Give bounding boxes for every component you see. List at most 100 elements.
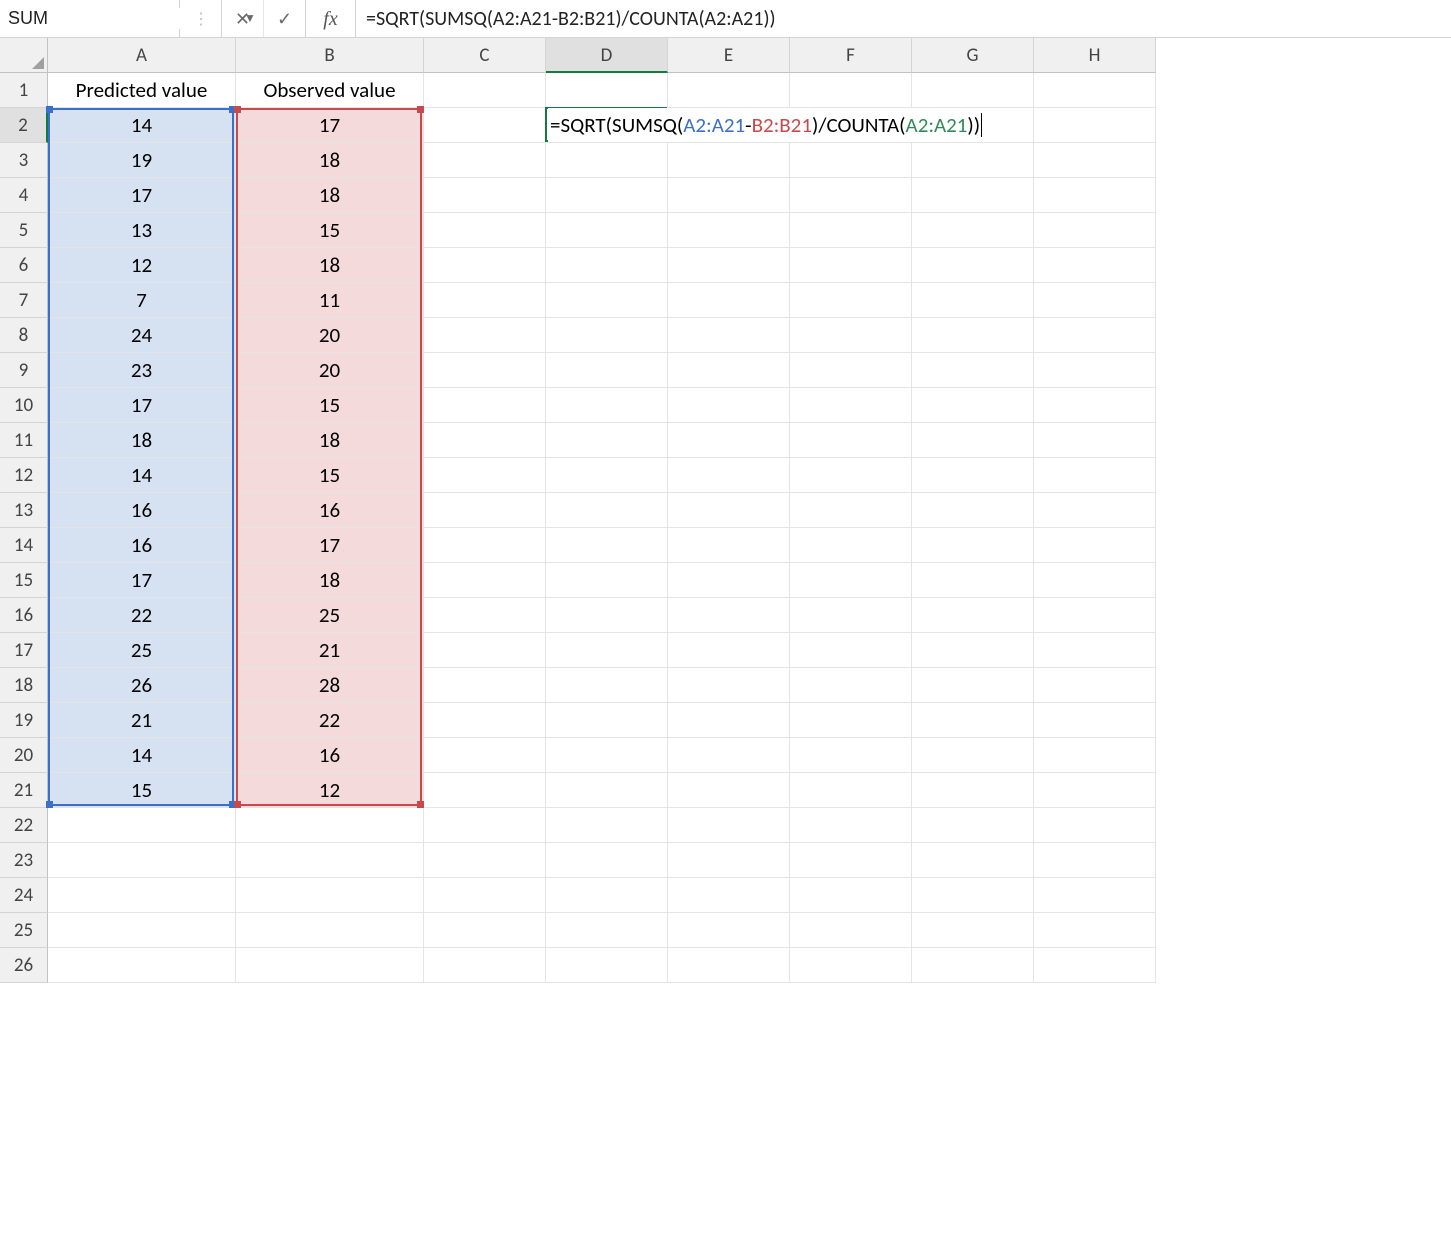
- cell-H16[interactable]: [1034, 598, 1156, 633]
- cell-H21[interactable]: [1034, 773, 1156, 808]
- column-header-B[interactable]: B: [236, 38, 424, 73]
- cell-C8[interactable]: [424, 318, 546, 353]
- cell-G15[interactable]: [912, 563, 1034, 598]
- cell-D21[interactable]: [546, 773, 668, 808]
- cell-D3[interactable]: [546, 143, 668, 178]
- row-header-18[interactable]: 18: [0, 668, 48, 703]
- row-header-8[interactable]: 8: [0, 318, 48, 353]
- cell-F6[interactable]: [790, 248, 912, 283]
- row-header-2[interactable]: 2: [0, 108, 48, 143]
- cell-F17[interactable]: [790, 633, 912, 668]
- row-header-24[interactable]: 24: [0, 878, 48, 913]
- cell-G1[interactable]: [912, 73, 1034, 108]
- cell-G3[interactable]: [912, 143, 1034, 178]
- select-all-corner[interactable]: [0, 38, 48, 73]
- cell-H17[interactable]: [1034, 633, 1156, 668]
- cell-F1[interactable]: [790, 73, 912, 108]
- cell-D14[interactable]: [546, 528, 668, 563]
- cell-G16[interactable]: [912, 598, 1034, 633]
- cell-H12[interactable]: [1034, 458, 1156, 493]
- cell-F22[interactable]: [790, 808, 912, 843]
- cell-E11[interactable]: [668, 423, 790, 458]
- cell-C2[interactable]: [424, 108, 546, 143]
- cell-E17[interactable]: [668, 633, 790, 668]
- cell-H19[interactable]: [1034, 703, 1156, 738]
- cell-C11[interactable]: [424, 423, 546, 458]
- cell-F8[interactable]: [790, 318, 912, 353]
- cell-H6[interactable]: [1034, 248, 1156, 283]
- cell-C13[interactable]: [424, 493, 546, 528]
- cell-G12[interactable]: [912, 458, 1034, 493]
- cell-H10[interactable]: [1034, 388, 1156, 423]
- row-header-4[interactable]: 4: [0, 178, 48, 213]
- cell-D20[interactable]: [546, 738, 668, 773]
- cell-A5[interactable]: 13: [48, 213, 236, 248]
- cell-F26[interactable]: [790, 948, 912, 983]
- cell-A12[interactable]: 14: [48, 458, 236, 493]
- cell-D18[interactable]: [546, 668, 668, 703]
- cell-C14[interactable]: [424, 528, 546, 563]
- row-header-9[interactable]: 9: [0, 353, 48, 388]
- column-header-E[interactable]: E: [668, 38, 790, 73]
- cell-G19[interactable]: [912, 703, 1034, 738]
- cell-G20[interactable]: [912, 738, 1034, 773]
- cell-G7[interactable]: [912, 283, 1034, 318]
- cell-B14[interactable]: 17: [236, 528, 424, 563]
- cell-H26[interactable]: [1034, 948, 1156, 983]
- cell-D5[interactable]: [546, 213, 668, 248]
- cell-D1[interactable]: [546, 73, 668, 108]
- cell-B7[interactable]: 11: [236, 283, 424, 318]
- cell-D6[interactable]: [546, 248, 668, 283]
- cell-G6[interactable]: [912, 248, 1034, 283]
- cell-F12[interactable]: [790, 458, 912, 493]
- cell-G14[interactable]: [912, 528, 1034, 563]
- cell-D11[interactable]: [546, 423, 668, 458]
- cell-B2[interactable]: 17: [236, 108, 424, 143]
- cell-G8[interactable]: [912, 318, 1034, 353]
- row-header-26[interactable]: 26: [0, 948, 48, 983]
- cell-H9[interactable]: [1034, 353, 1156, 388]
- cell-B16[interactable]: 25: [236, 598, 424, 633]
- cell-H13[interactable]: [1034, 493, 1156, 528]
- cell-E24[interactable]: [668, 878, 790, 913]
- cell-B22[interactable]: [236, 808, 424, 843]
- cell-H20[interactable]: [1034, 738, 1156, 773]
- cell-H24[interactable]: [1034, 878, 1156, 913]
- row-header-25[interactable]: 25: [0, 913, 48, 948]
- cell-D16[interactable]: [546, 598, 668, 633]
- cell-B24[interactable]: [236, 878, 424, 913]
- row-header-5[interactable]: 5: [0, 213, 48, 248]
- cell-B25[interactable]: [236, 913, 424, 948]
- column-header-H[interactable]: H: [1034, 38, 1156, 73]
- cell-H18[interactable]: [1034, 668, 1156, 703]
- cell-G25[interactable]: [912, 913, 1034, 948]
- cell-G24[interactable]: [912, 878, 1034, 913]
- cell-A16[interactable]: 22: [48, 598, 236, 633]
- cell-E15[interactable]: [668, 563, 790, 598]
- column-header-F[interactable]: F: [790, 38, 912, 73]
- cell-G23[interactable]: [912, 843, 1034, 878]
- row-header-1[interactable]: 1: [0, 73, 48, 108]
- insert-function-button[interactable]: fx: [306, 0, 356, 37]
- cell-H8[interactable]: [1034, 318, 1156, 353]
- cell-E4[interactable]: [668, 178, 790, 213]
- row-header-22[interactable]: 22: [0, 808, 48, 843]
- cell-D9[interactable]: [546, 353, 668, 388]
- cell-D26[interactable]: [546, 948, 668, 983]
- cell-A10[interactable]: 17: [48, 388, 236, 423]
- cell-E16[interactable]: [668, 598, 790, 633]
- cell-B17[interactable]: 21: [236, 633, 424, 668]
- cell-A22[interactable]: [48, 808, 236, 843]
- column-header-G[interactable]: G: [912, 38, 1034, 73]
- cell-B11[interactable]: 18: [236, 423, 424, 458]
- cell-H1[interactable]: [1034, 73, 1156, 108]
- cell-F3[interactable]: [790, 143, 912, 178]
- column-header-C[interactable]: C: [424, 38, 546, 73]
- cell-D15[interactable]: [546, 563, 668, 598]
- cell-C23[interactable]: [424, 843, 546, 878]
- cell-F4[interactable]: [790, 178, 912, 213]
- cell-E19[interactable]: [668, 703, 790, 738]
- cell-C18[interactable]: [424, 668, 546, 703]
- row-header-19[interactable]: 19: [0, 703, 48, 738]
- cell-E7[interactable]: [668, 283, 790, 318]
